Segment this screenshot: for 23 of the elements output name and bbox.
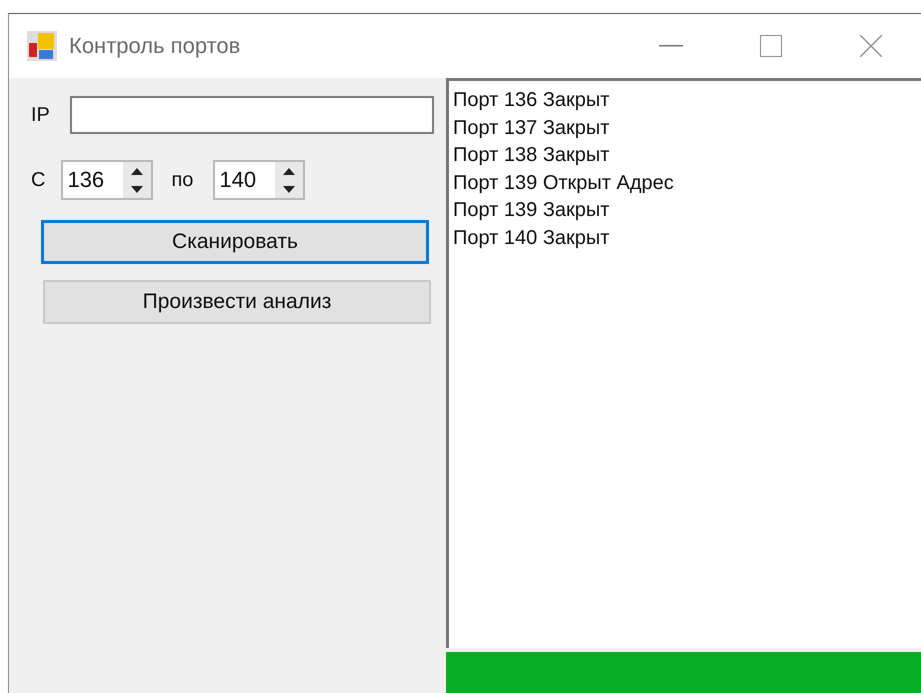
number-field[interactable]: 136	[61, 160, 154, 200]
app-icon	[27, 31, 57, 61]
log-entry: Порт 137 Закрыт	[453, 116, 610, 140]
action-button[interactable]: Произвести анализ	[43, 280, 431, 324]
log-entry: Порт 139 Закрыт	[453, 198, 610, 223]
from-value: 136	[66, 167, 106, 193]
ip-field[interactable]	[70, 96, 434, 134]
log-entry: Порт 136 Закрыт	[453, 88, 610, 113]
log-entry: Порт 140 Закрыт	[453, 226, 610, 250]
log-entry: Порт 138 Закрыт	[453, 143, 610, 168]
number-field[interactable]: 140	[213, 160, 306, 200]
to-label: по	[171, 168, 194, 192]
log-entry: Порт 139 Открыт Адрес	[453, 170, 675, 196]
spin-buttons[interactable]	[123, 162, 152, 198]
action-button[interactable]: Сканировать	[41, 220, 429, 264]
from-label: С	[31, 168, 46, 192]
maximize-icon	[760, 35, 782, 57]
to-value: 140	[218, 167, 258, 193]
close-icon	[860, 35, 882, 57]
window-title: Контроль портов	[69, 33, 242, 59]
ip-label: IP	[31, 104, 50, 126]
minimize-icon	[659, 45, 683, 47]
spin-buttons[interactable]	[275, 162, 304, 198]
